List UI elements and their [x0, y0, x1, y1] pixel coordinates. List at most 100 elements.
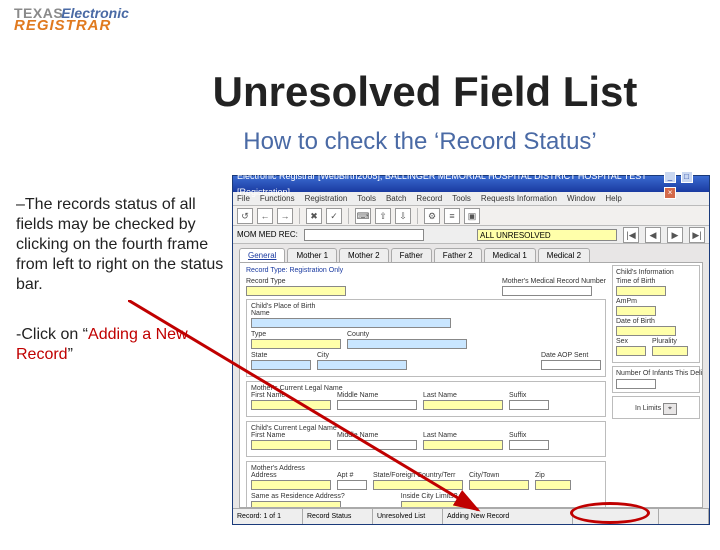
citytown-field[interactable] [469, 480, 529, 490]
record-bar: MOM MED REC: ALL UNRESOLVED |◀ ◀ ▶ ▶| [233, 226, 709, 244]
menu-item[interactable]: Help [605, 194, 621, 203]
ampm-field[interactable] [616, 306, 656, 316]
menu-item[interactable]: Requests Information [481, 194, 557, 203]
sameres-field[interactable] [251, 501, 341, 508]
toolbar-separator [299, 208, 300, 224]
sex-lbl: Sex [616, 338, 646, 345]
mom-med-rec-field[interactable] [304, 229, 424, 241]
status-cell-1[interactable]: Record: 1 of 1 [233, 509, 303, 524]
dateacp-lbl: Date AOP Sent [541, 352, 601, 359]
toolbar-icon[interactable]: ⇧ [375, 208, 391, 224]
apt-field[interactable] [337, 480, 367, 490]
record-type-field[interactable] [246, 286, 346, 296]
mothers-med-rec-field[interactable] [502, 286, 592, 296]
status-bar: Record: 1 of 1 Record Status Unresolved … [233, 508, 709, 524]
state-lbl: State [251, 352, 311, 359]
close-button[interactable]: × [664, 187, 676, 199]
window-title: Electronic Registrar [WebBirth2005], BAL… [237, 168, 662, 200]
county-field[interactable] [347, 339, 467, 349]
status-cell-4-adding-new-record[interactable]: Adding New Record [443, 509, 573, 524]
nav-first-icon[interactable]: |◀ [623, 227, 639, 243]
sex-field[interactable] [616, 346, 646, 356]
city-field[interactable] [317, 360, 407, 370]
tab-mother2[interactable]: Mother 2 [339, 248, 389, 262]
right-panel: Child's Information Time of Birth AmPm D… [612, 265, 700, 419]
para2-pre: -Click on “ [16, 326, 88, 343]
cmiddle-field[interactable] [337, 440, 417, 450]
numchildren-lbl: Number Of Infants This Delivery [616, 370, 703, 377]
nav-next-icon[interactable]: ▶ [667, 227, 683, 243]
maximize-button[interactable]: □ [681, 171, 693, 183]
menu-item[interactable]: Window [567, 194, 595, 203]
tab-mother1[interactable]: Mother 1 [287, 248, 337, 262]
type-lbl: Type [251, 331, 341, 338]
name-lbl: Name [251, 310, 451, 317]
page-subtitle: How to check the ‘Record Status’ [140, 128, 700, 156]
page-title: Unresolved Field List [150, 68, 700, 116]
menu-item[interactable]: Batch [386, 194, 406, 203]
tab-father2[interactable]: Father 2 [434, 248, 482, 262]
toolbar-icon[interactable]: ⚙ [424, 208, 440, 224]
middle-lbl: Middle Name [337, 392, 417, 399]
para2-post: ” [68, 346, 73, 363]
inlimits-button[interactable]: ⌖ [663, 403, 677, 415]
toolbar-icon[interactable]: ✖ [306, 208, 322, 224]
last-field[interactable] [423, 400, 503, 410]
menu-item[interactable]: Functions [260, 194, 295, 203]
citytown-lbl: City/Town [469, 472, 529, 479]
toolbar-icon[interactable]: ↺ [237, 208, 253, 224]
middle-field[interactable] [337, 400, 417, 410]
tab-general[interactable]: General [239, 248, 285, 262]
nav-prev-icon[interactable]: ◀ [645, 227, 661, 243]
toolbar-icon[interactable]: ⇩ [395, 208, 411, 224]
addr-field[interactable] [251, 480, 331, 490]
toolbar-icon[interactable]: ← [257, 208, 273, 224]
sameres-lbl: Same as Residence Address? [251, 493, 345, 500]
instruction-para-2: -Click on “Adding a New Record” [16, 325, 226, 365]
toolbar-icon[interactable]: ▣ [464, 208, 480, 224]
status-cell-2[interactable]: Record Status [303, 509, 373, 524]
addr-lbl: Address [251, 472, 331, 479]
toolbar-icon[interactable]: ≡ [444, 208, 460, 224]
first-field[interactable] [251, 400, 331, 410]
plurality-field[interactable] [652, 346, 688, 356]
window-buttons: _ □ × [662, 168, 705, 200]
menu-item[interactable]: File [237, 194, 250, 203]
timebirth-field[interactable] [616, 286, 666, 296]
statefc-lbl: State/Foreign Country/Terr [373, 472, 463, 479]
name-field[interactable] [251, 318, 451, 328]
status-cell-3[interactable]: Unresolved List [373, 509, 443, 524]
menu-item[interactable]: Record [416, 194, 442, 203]
zip-field[interactable] [535, 480, 571, 490]
childs-place-lbl: Child's Place of Birth [251, 303, 315, 310]
tab-father[interactable]: Father [391, 248, 432, 262]
suffix-field[interactable] [509, 400, 549, 410]
toolbar-icon[interactable]: ✓ [326, 208, 342, 224]
menu-item[interactable]: Tools [357, 194, 376, 203]
type-field[interactable] [251, 339, 341, 349]
app-window: Electronic Registrar [WebBirth2005], BAL… [232, 175, 710, 525]
apt-lbl: Apt # [337, 472, 367, 479]
tab-medical2[interactable]: Medical 2 [538, 248, 590, 262]
dateacp-field[interactable] [541, 360, 601, 370]
statefc-field[interactable] [373, 480, 463, 490]
menu-item[interactable]: Tools [452, 194, 471, 203]
minimize-button[interactable]: _ [664, 171, 676, 183]
toolbar-icon[interactable]: ⌨ [355, 208, 371, 224]
csuffix-field[interactable] [509, 440, 549, 450]
csuffix-lbl: Suffix [509, 432, 549, 439]
filter-dropdown[interactable]: ALL UNRESOLVED [477, 229, 617, 241]
nav-last-icon[interactable]: ▶| [689, 227, 705, 243]
childs-legal-lbl: Child's Current Legal Name [251, 425, 337, 432]
menu-item[interactable]: Registration [305, 194, 348, 203]
inside-field[interactable] [401, 501, 461, 508]
tab-medical1[interactable]: Medical 1 [484, 248, 536, 262]
numchildren-field[interactable] [616, 379, 656, 389]
clast-field[interactable] [423, 440, 503, 450]
toolbar-separator [348, 208, 349, 224]
childinfo-lbl: Child's Information [616, 269, 674, 276]
state-field[interactable] [251, 360, 311, 370]
cfirst-field[interactable] [251, 440, 331, 450]
dob-field[interactable] [616, 326, 676, 336]
toolbar-icon[interactable]: → [277, 208, 293, 224]
